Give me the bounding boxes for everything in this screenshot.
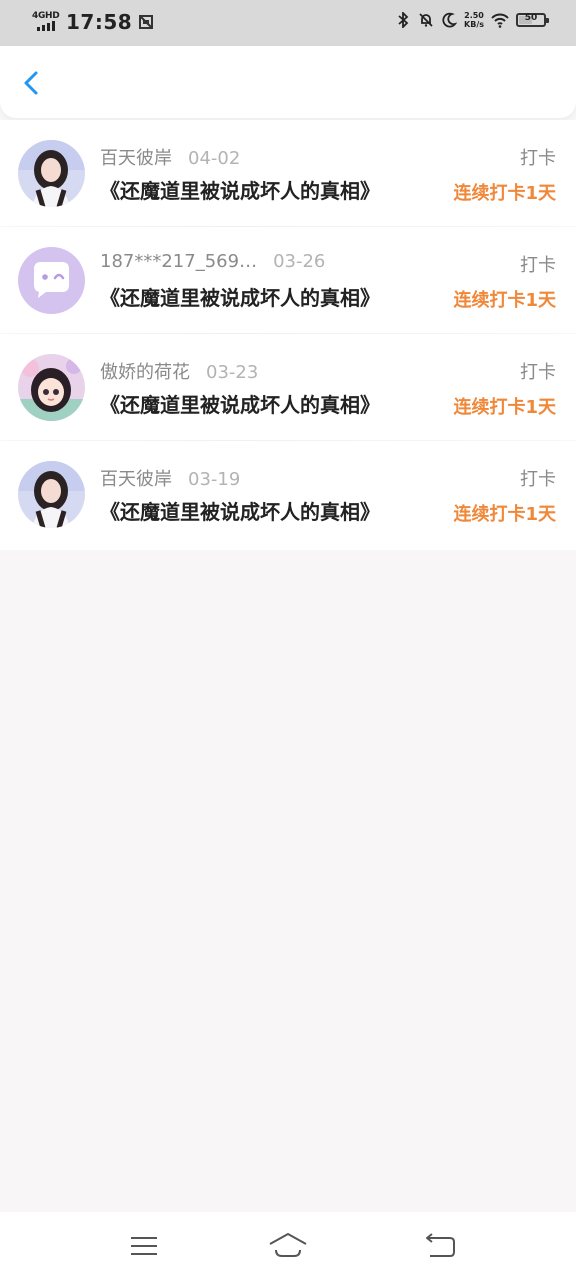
streak-label: 连续打卡1天 — [453, 290, 556, 311]
username: 傲娇的荷花 — [100, 362, 190, 383]
battery-icon: 50 — [516, 13, 549, 27]
home-icon — [269, 1233, 307, 1257]
streak-label: 连续打卡1天 — [453, 504, 556, 525]
checkin-record-list: 百天彼岸 04-02 《还魔道里被说成坏人的真相》 打卡 连续打卡1天 187*… — [0, 120, 576, 550]
book-title: 《还魔道里被说成坏人的真相》 — [100, 179, 380, 203]
avatar[interactable] — [18, 247, 85, 314]
mute-bell-icon — [419, 13, 433, 27]
username: 187***217_569… — [100, 251, 258, 272]
avatar[interactable] — [18, 140, 85, 207]
book-title: 《还魔道里被说成坏人的真相》 — [100, 500, 380, 524]
back-nav-button[interactable] — [420, 1230, 460, 1262]
avatar[interactable] — [18, 461, 85, 528]
date: 04-02 — [188, 148, 241, 169]
screenshot-icon — [139, 15, 154, 29]
list-item[interactable]: 187***217_569… 03-26 《还魔道里被说成坏人的真相》 打卡 连… — [0, 227, 576, 334]
signal-icon: 4GHD — [32, 11, 60, 33]
book-title: 《还魔道里被说成坏人的真相》 — [100, 393, 380, 417]
status-bar: 4GHD 17:58 2.50 KB/s 50 — [0, 0, 576, 46]
system-navigation-bar — [0, 1212, 576, 1280]
book-title: 《还魔道里被说成坏人的真相》 — [100, 286, 380, 310]
home-button[interactable] — [268, 1230, 308, 1262]
checkin-label: 打卡 — [520, 469, 556, 490]
network-speed: 2.50 KB/s — [464, 11, 484, 29]
wifi-icon — [491, 13, 509, 28]
network-type: 4GHD — [32, 11, 60, 21]
streak-label: 连续打卡1天 — [453, 183, 556, 204]
date: 03-23 — [206, 362, 259, 383]
menu-icon — [131, 1237, 157, 1255]
menu-button[interactable] — [124, 1230, 164, 1262]
moon-icon — [442, 12, 458, 28]
date: 03-26 — [273, 251, 326, 272]
clock: 17:58 — [66, 10, 133, 34]
back-button[interactable] — [14, 66, 48, 100]
list-item[interactable]: 傲娇的荷花 03-23 《还魔道里被说成坏人的真相》 打卡 连续打卡1天 — [0, 334, 576, 441]
top-bar — [0, 46, 576, 118]
list-item[interactable]: 百天彼岸 04-02 《还魔道里被说成坏人的真相》 打卡 连续打卡1天 — [0, 120, 576, 227]
list-item[interactable]: 百天彼岸 03-19 《还魔道里被说成坏人的真相》 打卡 连续打卡1天 — [0, 441, 576, 548]
checkin-label: 打卡 — [520, 255, 556, 276]
back-icon — [426, 1233, 455, 1257]
chevron-left-icon — [24, 71, 38, 95]
bluetooth-icon — [398, 12, 409, 28]
date: 03-19 — [188, 469, 241, 490]
username: 百天彼岸 — [100, 469, 172, 490]
avatar[interactable] — [18, 354, 85, 421]
username: 百天彼岸 — [100, 148, 172, 169]
streak-label: 连续打卡1天 — [453, 397, 556, 418]
checkin-label: 打卡 — [520, 362, 556, 383]
checkin-label: 打卡 — [520, 148, 556, 169]
